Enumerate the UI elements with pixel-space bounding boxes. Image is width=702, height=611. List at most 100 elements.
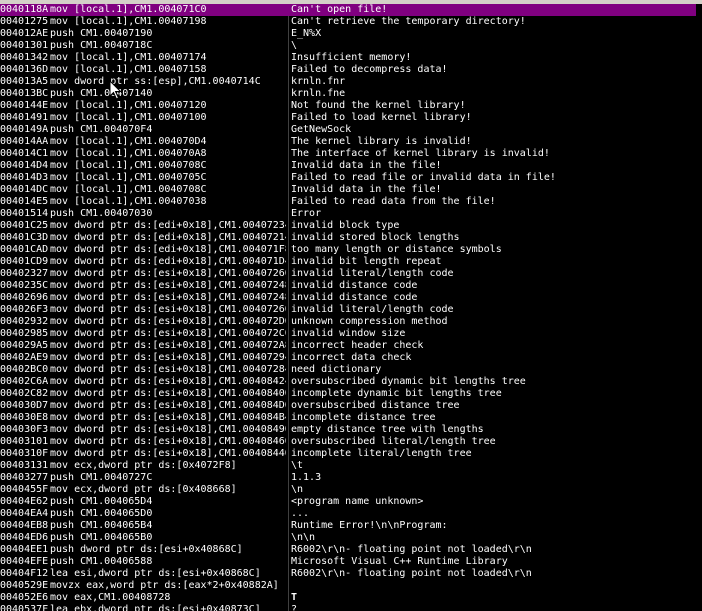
row-text-string: too many length or distance symbols: [291, 244, 502, 255]
row-text-string: Can't open file!: [291, 4, 388, 15]
row-address: 00404ED6: [0, 532, 48, 543]
row-address: 00401C25: [0, 220, 48, 231]
row-disassembly: mov dword ptr ds:[esi+0x18],CM1.00407260: [50, 304, 286, 315]
row-address: 004014E5: [0, 196, 48, 207]
row-address: 00403101: [0, 436, 48, 447]
reference-row[interactable]: 00401C3D mov dword ptr ds:[edi+0x18],CM1.…: [0, 232, 702, 244]
reference-row[interactable]: 00402C6A mov dword ptr ds:[esi+0x18],CM1.…: [0, 376, 702, 388]
row-text-string: ?: [291, 604, 298, 611]
reference-row[interactable]: 004013BC push CM1.00407140 krnln.fne: [0, 88, 702, 100]
reference-row[interactable]: 0040310F mov dword ptr ds:[esi+0x18],CM1.…: [0, 448, 702, 460]
row-address: 00401342: [0, 52, 48, 63]
reference-row[interactable]: 00403101 mov dword ptr ds:[esi+0x18],CM1.…: [0, 436, 702, 448]
reference-row[interactable]: 00401275 mov [local.1],CM1.00407198 Can't …: [0, 16, 702, 28]
reference-row[interactable]: 00401514 push CM1.00407030 Error: [0, 208, 702, 220]
row-address: 00402C82: [0, 388, 48, 399]
row-text-string: Insufficient memory!: [291, 52, 412, 63]
reference-row[interactable]: 00403277 push CM1.0040727C 1.1.3: [0, 472, 702, 484]
reference-row[interactable]: 00404ED6 push CM1.004065B0 \n\n: [0, 532, 702, 544]
row-text-string: Can't retrieve the temporary directory!: [291, 16, 526, 27]
reference-row[interactable]: 004013A5 mov dword ptr ss:[esp],CM1.00407…: [0, 76, 702, 88]
row-text-string: oversubscribed dynamic bit lengths tree: [291, 376, 526, 387]
reference-row[interactable]: 004030E8 mov dword ptr ds:[esi+0x18],CM1.…: [0, 412, 702, 424]
row-text-string: need dictionary: [291, 364, 382, 375]
reference-row[interactable]: 004014C1 mov [local.1],CM1.004070A8 The in…: [0, 148, 702, 160]
reference-row[interactable]: 00404EE1 push dword ptr ds:[esi+0x40868C]…: [0, 544, 702, 556]
row-disassembly: mov [local.1],CM1.00407174: [50, 52, 207, 63]
row-text-string: incomplete dynamic bit lengths tree: [291, 388, 502, 399]
row-address: 00403131: [0, 460, 48, 471]
row-disassembly: mov [local.1],CM1.0040708C: [50, 160, 207, 171]
reference-row[interactable]: 0040537F lea ebx,dword ptr ds:[esi+0x4087…: [0, 604, 702, 611]
row-disassembly: mov [local.1],CM1.0040705C: [50, 172, 207, 183]
reference-row[interactable]: 0040149A push CM1.004070F4 GetNewSock: [0, 124, 702, 136]
row-text-string: Failed to decompress data!: [291, 64, 448, 75]
reference-row[interactable]: 00404EB8 push CM1.004065B4 Runtime Error!\…: [0, 520, 702, 532]
row-text-string: <program name unknown>: [291, 496, 424, 507]
row-address: 00402985: [0, 328, 48, 339]
row-disassembly: mov dword ptr ds:[esi+0x18],CM1.00408424: [50, 376, 286, 387]
reference-row[interactable]: 00401342 mov [local.1],CM1.00407174 Insuff…: [0, 52, 702, 64]
row-disassembly: mov ecx,dword ptr ds:[0x4072F8]: [50, 460, 237, 471]
reference-row[interactable]: 00401C25 mov dword ptr ds:[edi+0x18],CM1.…: [0, 220, 702, 232]
reference-row[interactable]: 004029A5 mov dword ptr ds:[esi+0x18],CM1.…: [0, 340, 702, 352]
string-references-list: 0040118A mov [local.1],CM1.004071C0 Can't …: [0, 4, 702, 611]
row-text-string: 1.1.3: [291, 472, 322, 483]
row-text-string: Not found the kernel library!: [291, 100, 466, 111]
vertical-scrollbar[interactable]: [696, 4, 702, 611]
row-text-string: oversubscribed distance tree: [291, 400, 460, 411]
reference-row[interactable]: 00402985 mov dword ptr ds:[esi+0x18],CM1.…: [0, 328, 702, 340]
row-address: 00402AE9: [0, 352, 48, 363]
row-address: 004029A5: [0, 340, 48, 351]
reference-row[interactable]: 0040144E mov [local.1],CM1.00407120 Not fo…: [0, 100, 702, 112]
row-text-string: Failed to read data from the file!: [291, 196, 496, 207]
reference-row[interactable]: 00403131 mov ecx,dword ptr ds:[0x4072F8] \…: [0, 460, 702, 472]
reference-row[interactable]: 00401CAD mov dword ptr ds:[edi+0x18],CM1.…: [0, 244, 702, 256]
reference-row[interactable]: 004012AE push CM1.00407190 E_N%X: [0, 28, 702, 40]
reference-row[interactable]: 0040118A mov [local.1],CM1.004071C0 Can't …: [0, 4, 702, 16]
reference-row[interactable]: 004014E5 mov [local.1],CM1.00407038 Failed…: [0, 196, 702, 208]
row-address: 00403277: [0, 472, 48, 483]
row-text-string: incorrect header check: [291, 340, 424, 351]
row-text-string: R6002\r\n- floating point not loaded\r\n: [291, 568, 532, 579]
row-address: 00402327: [0, 268, 48, 279]
reference-row[interactable]: 00402327 mov dword ptr ds:[esi+0x18],CM1.…: [0, 268, 702, 280]
reference-row[interactable]: 00401CD9 mov dword ptr ds:[edi+0x18],CM1.…: [0, 256, 702, 268]
reference-row[interactable]: 00401491 mov [local.1],CM1.00407100 Failed…: [0, 112, 702, 124]
row-disassembly: lea esi,dword ptr ds:[esi+0x40868C]: [50, 568, 261, 579]
row-disassembly: movzx eax,word ptr ds:[eax*2+0x40882A]: [50, 580, 279, 591]
reference-row[interactable]: 0040455F mov ecx,dword ptr ds:[0x408668] \…: [0, 484, 702, 496]
reference-row[interactable]: 004014D3 mov [local.1],CM1.0040705C Failed…: [0, 172, 702, 184]
reference-row[interactable]: 00402BC0 mov dword ptr ds:[esi+0x18],CM1.…: [0, 364, 702, 376]
reference-row[interactable]: 004014D4 mov [local.1],CM1.0040708C Invali…: [0, 160, 702, 172]
reference-row[interactable]: 004030D7 mov dword ptr ds:[esi+0x18],CM1.…: [0, 400, 702, 412]
row-disassembly: push CM1.0040718C: [50, 40, 153, 51]
reference-row[interactable]: 00402AE9 mov dword ptr ds:[esi+0x18],CM1.…: [0, 352, 702, 364]
row-address: 00401CAD: [0, 244, 48, 255]
reference-row[interactable]: 00401301 push CM1.0040718C \: [0, 40, 702, 52]
reference-row[interactable]: 004014DC mov [local.1],CM1.0040708C Invali…: [0, 184, 702, 196]
reference-row[interactable]: 004014AA mov [local.1],CM1.004070D4 The ke…: [0, 136, 702, 148]
reference-row[interactable]: 0040529E movzx eax,word ptr ds:[eax*2+0x4…: [0, 580, 702, 592]
row-disassembly: mov dword ptr ds:[esi+0x18],CM1.004084B4: [50, 412, 286, 423]
reference-row[interactable]: 004052E6 mov eax,CM1.00408728 T: [0, 592, 702, 604]
row-text-string: ...: [291, 508, 310, 519]
reference-row[interactable]: 00404EA4 push CM1.004065D0...: [0, 508, 702, 520]
reference-row[interactable]: 00404E62 push CM1.004065D4 <program name u…: [0, 496, 702, 508]
row-address: 0040235C: [0, 280, 48, 291]
reference-row[interactable]: 004030F3 mov dword ptr ds:[esi+0x18],CM1.…: [0, 424, 702, 436]
reference-row[interactable]: 004026F3 mov dword ptr ds:[esi+0x18],CM1.…: [0, 304, 702, 316]
reference-row[interactable]: 0040235C mov dword ptr ds:[esi+0x18],CM1.…: [0, 280, 702, 292]
row-disassembly: mov dword ptr ds:[esi+0x18],CM1.004084D0: [50, 400, 286, 411]
reference-row[interactable]: 00402696 mov dword ptr ds:[esi+0x18],CM1.…: [0, 292, 702, 304]
row-text-string: Error: [291, 208, 322, 219]
reference-row[interactable]: 00402C82 mov dword ptr ds:[esi+0x18],CM1.…: [0, 388, 702, 400]
row-text-string: incomplete literal/length tree: [291, 448, 472, 459]
reference-row[interactable]: 00404F12 lea esi,dword ptr ds:[esi+0x4086…: [0, 568, 702, 580]
reference-row[interactable]: 00404EFE push CM1.00406588 Microsoft Visua…: [0, 556, 702, 568]
row-disassembly: push CM1.004065B0: [50, 532, 153, 543]
reference-row[interactable]: 0040136D mov [local.1],CM1.00407158 Failed…: [0, 64, 702, 76]
row-disassembly: push dword ptr ds:[esi+0x40868C]: [50, 544, 243, 555]
row-disassembly: mov dword ptr ds:[edi+0x18],CM1.00407214: [50, 232, 286, 243]
reference-row[interactable]: 00402932 mov dword ptr ds:[esi+0x18],CM1.…: [0, 316, 702, 328]
